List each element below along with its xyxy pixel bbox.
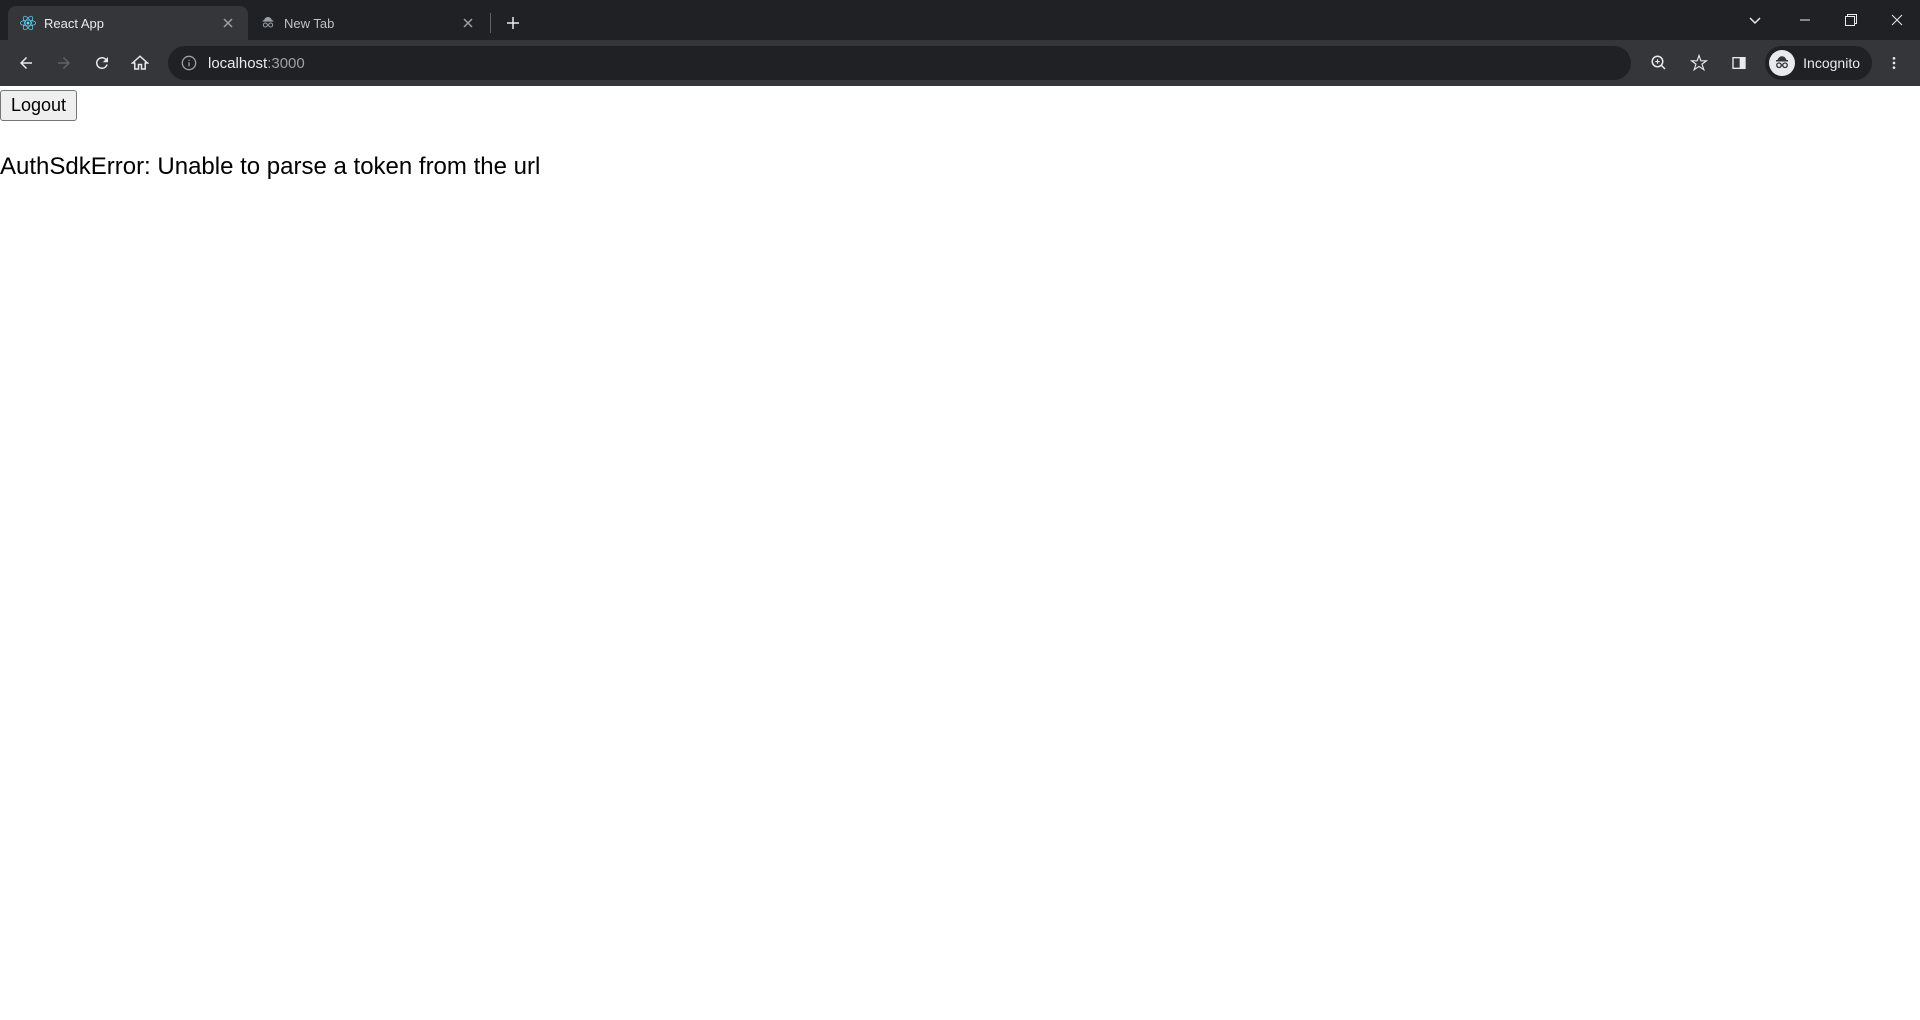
incognito-avatar-icon (1769, 50, 1795, 76)
tab-bar: React App New Tab (0, 0, 1920, 40)
tab-separator (490, 13, 491, 33)
close-window-button[interactable] (1874, 4, 1920, 36)
toolbar-right: Incognito (1641, 45, 1912, 81)
address-bar[interactable]: localhost:3000 (168, 46, 1631, 80)
react-logo-icon (20, 15, 36, 31)
reload-button[interactable] (84, 45, 120, 81)
tab-new-tab[interactable]: New Tab (248, 6, 488, 40)
logout-button[interactable]: Logout (0, 90, 77, 121)
home-button[interactable] (122, 45, 158, 81)
back-button[interactable] (8, 45, 44, 81)
toolbar: localhost:3000 (0, 40, 1920, 86)
url-port: :3000 (267, 55, 305, 72)
forward-button[interactable] (46, 45, 82, 81)
incognito-icon (260, 15, 276, 31)
page-content: Logout AuthSdkError: Unable to parse a t… (0, 86, 1920, 181)
zoom-icon[interactable] (1641, 45, 1677, 81)
window-controls (1732, 0, 1920, 40)
browser-chrome: React App New Tab (0, 0, 1920, 86)
minimize-button[interactable] (1782, 4, 1828, 36)
url-host: localhost (208, 55, 267, 72)
error-message: AuthSdkError: Unable to parse a token fr… (0, 153, 1920, 181)
chevron-down-icon[interactable] (1732, 4, 1778, 36)
incognito-label: Incognito (1803, 55, 1860, 71)
close-icon[interactable] (220, 15, 236, 31)
tab-title: New Tab (284, 16, 452, 31)
incognito-badge[interactable]: Incognito (1765, 46, 1872, 80)
info-icon[interactable] (180, 54, 198, 72)
bookmark-icon[interactable] (1681, 45, 1717, 81)
menu-icon[interactable] (1876, 45, 1912, 81)
close-icon[interactable] (460, 15, 476, 31)
maximize-button[interactable] (1828, 4, 1874, 36)
side-panel-icon[interactable] (1721, 45, 1757, 81)
new-tab-button[interactable] (499, 9, 527, 37)
tab-react-app[interactable]: React App (8, 6, 248, 40)
tab-title: React App (44, 16, 212, 31)
